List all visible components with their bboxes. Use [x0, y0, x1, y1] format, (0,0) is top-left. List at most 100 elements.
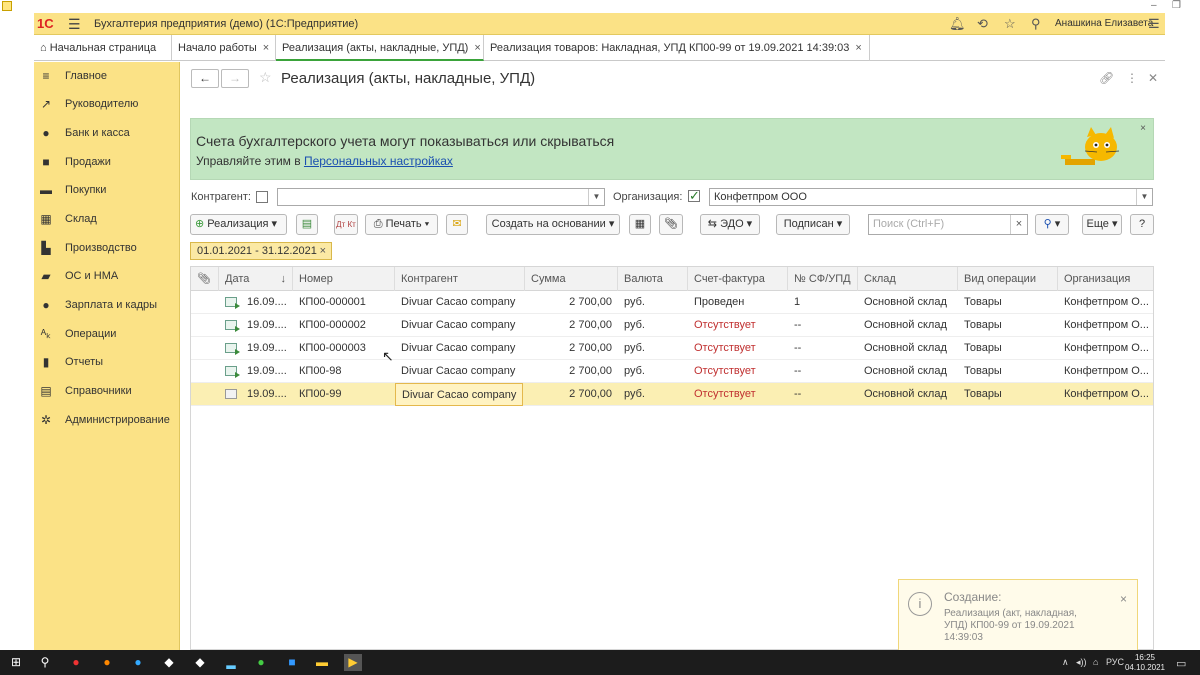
more-button[interactable]: Еще ▾ — [1082, 214, 1122, 235]
favorites-star-icon[interactable]: ☆ — [1004, 16, 1016, 32]
app-icon[interactable]: ◆ — [160, 654, 178, 671]
column-date[interactable]: Дата ↓ — [219, 267, 293, 291]
windows-start-icon[interactable]: ⊞ — [7, 654, 25, 671]
skype-icon[interactable]: ● — [129, 654, 147, 671]
app-icon[interactable]: ▂ — [222, 654, 240, 671]
close-icon[interactable]: × — [320, 243, 326, 259]
tab-realization-document[interactable]: Реализация товаров: Накладная, УПД КП00-… — [484, 35, 870, 61]
folder-icon[interactable]: ▬ — [313, 654, 331, 671]
forward-button[interactable]: → — [221, 69, 249, 88]
system-clock[interactable]: 16:25 04.10.2021 — [1124, 653, 1166, 673]
organization-field[interactable]: Конфетпром ООО ▼ — [709, 188, 1153, 206]
column-number[interactable]: Номер — [293, 267, 395, 291]
search-options-button[interactable]: ⚲ ▾ — [1035, 214, 1069, 235]
cell-invoice[interactable]: Отсутствует — [688, 314, 788, 337]
1c-app-icon[interactable]: ▶ — [344, 654, 362, 671]
bell-icon[interactable]: 🔔︎ — [949, 16, 966, 32]
column-organization[interactable]: Организация — [1058, 267, 1153, 291]
clear-search-icon[interactable]: × — [1010, 215, 1027, 234]
main-menu-icon[interactable]: ☰ — [68, 16, 81, 33]
table-row-selected[interactable]: 19.09.... КП00-99 Divuar Cacao company 2… — [191, 383, 1153, 406]
notifications-icon[interactable]: ▭ — [1176, 657, 1186, 670]
sidebar-item-operations[interactable]: ᴬₖ Операции — [34, 320, 180, 348]
help-button[interactable]: ? — [1130, 214, 1154, 235]
restore-icon[interactable]: ❐ — [1172, 0, 1181, 11]
column-sum[interactable]: Сумма — [525, 267, 618, 291]
chevron-down-icon[interactable]: ▼ — [1136, 189, 1152, 205]
table-row[interactable]: 19.09.... КП00-000003 Divuar Cacao compa… — [191, 337, 1153, 360]
create-based-on-button[interactable]: Создать на основании ▾ — [486, 214, 620, 235]
mail-button[interactable]: ✉ — [446, 214, 468, 235]
close-icon[interactable]: × — [855, 42, 861, 54]
close-icon[interactable]: × — [1120, 592, 1127, 606]
column-invoice-number[interactable]: № СФ/УПД — [788, 267, 858, 291]
tab-home[interactable]: ⌂ Начальная страница — [34, 35, 172, 61]
period-filter[interactable]: 01.01.2021 - 31.12.2021 × — [190, 242, 332, 260]
language-indicator[interactable]: РУС — [1106, 657, 1124, 667]
personal-settings-link[interactable]: Персональных настройках — [304, 154, 453, 168]
tab-start[interactable]: Начало работы × — [172, 35, 276, 61]
close-icon[interactable]: ✕ — [1148, 71, 1158, 85]
taskbar-search-icon[interactable]: ⚲ — [36, 654, 54, 671]
sidebar-item-directories[interactable]: ▤ Справочники — [34, 377, 180, 405]
cell-invoice[interactable]: Отсутствует — [688, 337, 788, 360]
app-icon[interactable]: ■ — [283, 654, 301, 671]
user-name[interactable]: Анашкина Елизавета — [1055, 18, 1153, 29]
signed-button[interactable]: Подписан ▾ — [776, 214, 850, 235]
minimize-icon[interactable]: – — [1151, 0, 1157, 11]
column-counterparty[interactable]: Контрагент — [395, 267, 525, 291]
chevron-down-icon[interactable]: ▼ — [588, 189, 604, 205]
sidebar-item-bank[interactable]: ● Банк и касса — [34, 119, 180, 147]
attach-button[interactable]: 📎︎ — [659, 214, 683, 235]
copy-button[interactable]: ▤ — [296, 214, 318, 235]
sidebar-item-manager[interactable]: ↗ Руководителю — [34, 90, 180, 118]
link-icon[interactable]: 🔗︎ — [1099, 71, 1114, 85]
sidebar-item-reports[interactable]: ▮ Отчеты — [34, 348, 180, 376]
volume-icon[interactable]: ◂)) — [1076, 657, 1087, 668]
column-invoice[interactable]: Счет-фактура — [688, 267, 788, 291]
table-row[interactable]: 19.09.... КП00-000002 Divuar Cacao compa… — [191, 314, 1153, 337]
close-icon[interactable]: × — [474, 42, 480, 54]
notification-body[interactable]: Реализация (акт, накладная, УПД) КП00-99… — [944, 608, 1094, 644]
back-button[interactable]: ← — [191, 69, 219, 88]
sidebar-item-administration[interactable]: ✲ Администрирование — [34, 406, 180, 434]
table-row[interactable]: 19.09.... КП00-98 Divuar Cacao company 2… — [191, 360, 1153, 383]
firefox-icon[interactable]: ● — [98, 654, 116, 671]
table-row[interactable]: 16.09.... КП00-000001 Divuar Cacao compa… — [191, 291, 1153, 314]
search-input[interactable]: Поиск (Ctrl+F) × — [868, 214, 1028, 235]
settings-menu-icon[interactable]: ☰ — [1148, 16, 1160, 32]
cell-invoice[interactable]: Отсутствует — [688, 383, 788, 406]
chrome-icon[interactable]: ● — [252, 654, 270, 671]
close-icon[interactable]: × — [263, 42, 269, 54]
attachments-column-icon[interactable]: 📎︎ — [191, 267, 219, 291]
sidebar-item-production[interactable]: ▙ Производство — [34, 234, 180, 262]
structure-button[interactable]: ▦ — [629, 214, 651, 235]
organization-checkbox[interactable] — [688, 188, 700, 204]
cell-invoice[interactable]: Проведен — [688, 291, 788, 314]
realization-create-button[interactable]: ⊕ Реализация ▾ — [190, 214, 287, 235]
column-operation[interactable]: Вид операции — [958, 267, 1058, 291]
sidebar-item-sales[interactable]: ■ Продажи — [34, 148, 180, 176]
sidebar-item-purchases[interactable]: ▬ Покупки — [34, 176, 180, 204]
debit-credit-button[interactable]: Дт Кт — [334, 214, 358, 235]
counterparty-checkbox[interactable] — [256, 191, 268, 203]
opera-icon[interactable]: ● — [67, 654, 85, 671]
search-icon[interactable]: ⚲ — [1031, 16, 1041, 32]
app-icon[interactable]: ◆ — [191, 654, 209, 671]
tray-arrow-icon[interactable]: ∧ — [1062, 657, 1069, 668]
network-icon[interactable]: ⌂ — [1093, 657, 1098, 667]
sidebar-item-warehouse[interactable]: ▦ Склад — [34, 205, 180, 233]
print-button[interactable]: ⎙ Печать ▾ — [365, 214, 438, 235]
column-currency[interactable]: Валюта — [618, 267, 688, 291]
banner-close-icon[interactable]: × — [1140, 123, 1146, 134]
more-vertical-icon[interactable]: ⋮ — [1126, 71, 1138, 85]
sidebar-item-salary[interactable]: ● Зарплата и кадры — [34, 291, 180, 319]
cell-invoice[interactable]: Отсутствует — [688, 360, 788, 383]
history-icon[interactable]: ⟲ — [977, 16, 988, 32]
tab-realization-list[interactable]: Реализация (акты, накладные, УПД) × — [276, 35, 484, 61]
counterparty-field[interactable]: ▼ — [277, 188, 605, 206]
favorite-star-icon[interactable]: ☆ — [259, 69, 272, 86]
column-warehouse[interactable]: Склад — [858, 267, 958, 291]
edo-button[interactable]: ⇆ ЭДО ▾ — [700, 214, 760, 235]
sidebar-item-fixed-assets[interactable]: ▰ ОС и НМА — [34, 262, 180, 290]
